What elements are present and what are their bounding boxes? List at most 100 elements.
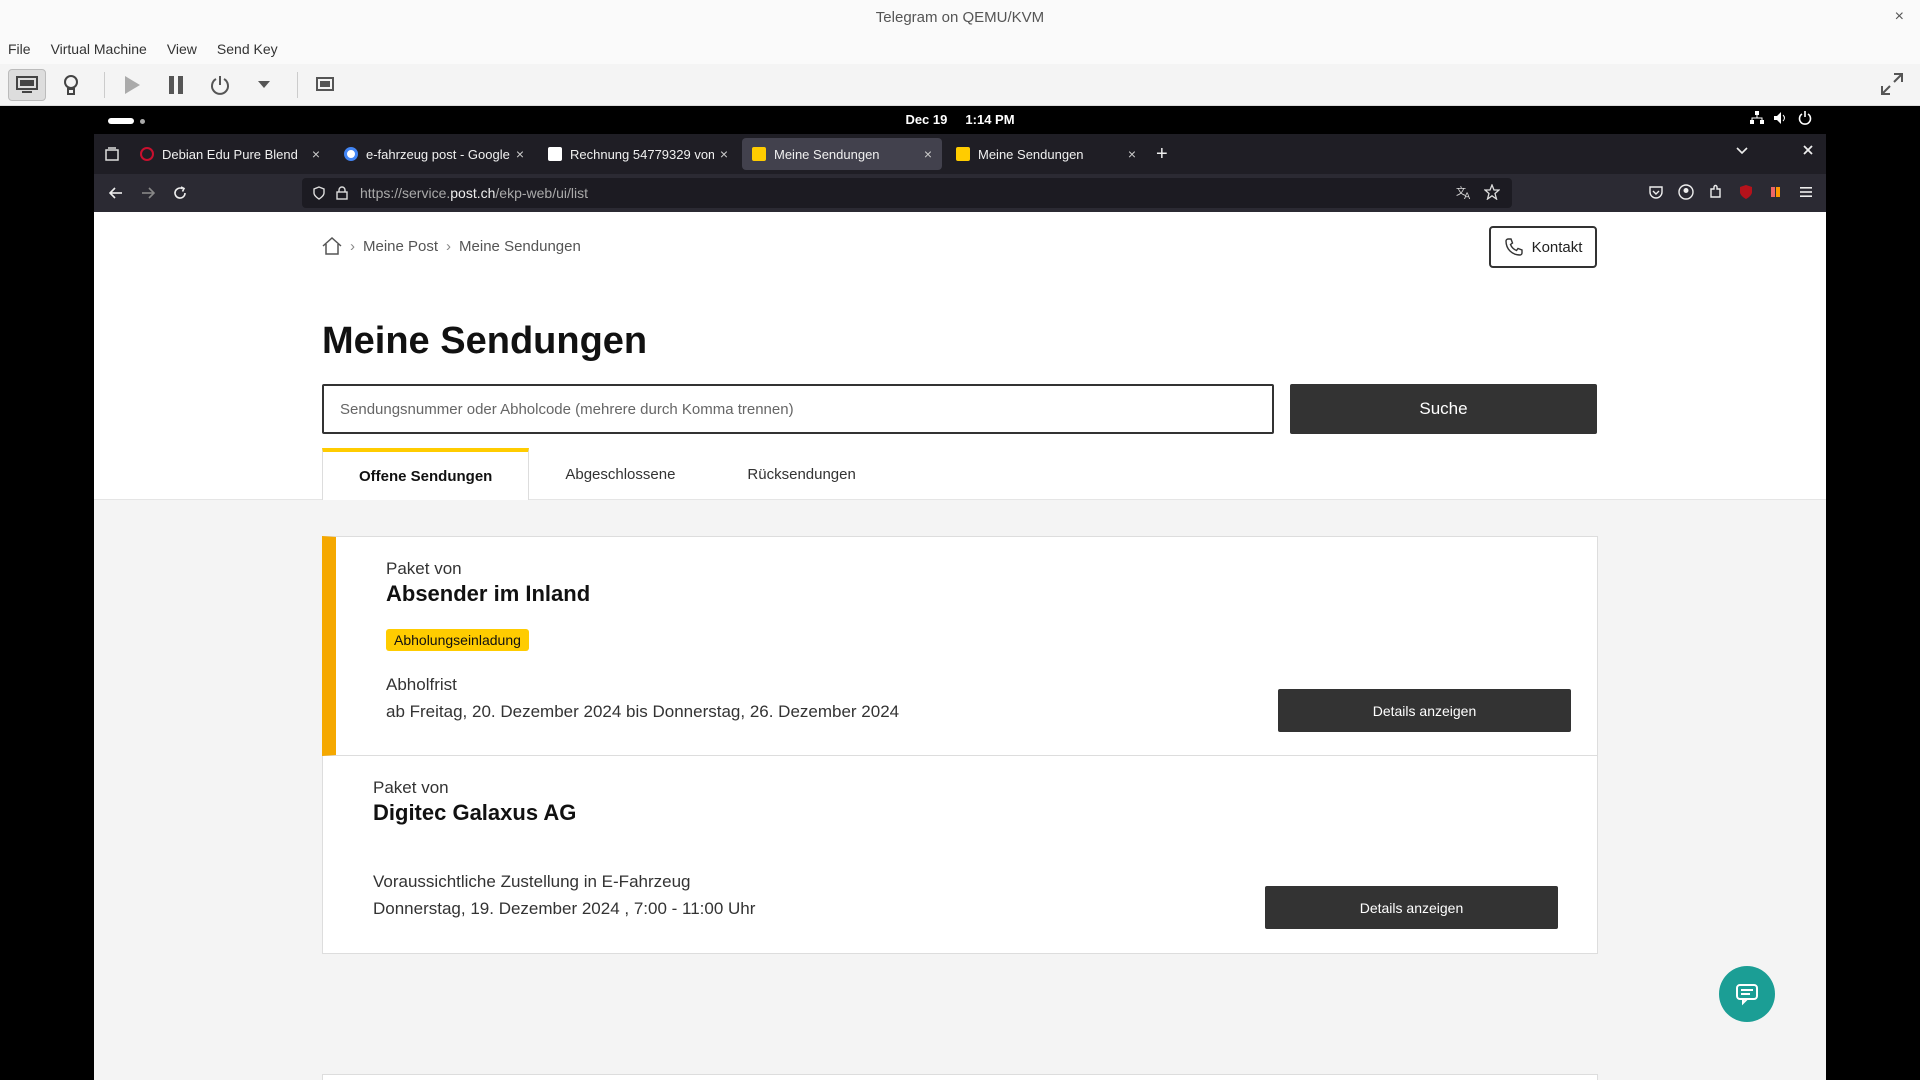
chevron-down-icon[interactable]: [1736, 144, 1748, 156]
tab-ruecksendungen[interactable]: Rücksendungen: [711, 448, 891, 500]
shipment-card: Paket von Absender im Inland Abholungsei…: [322, 536, 1598, 756]
pocket-icon[interactable]: [1648, 184, 1664, 200]
chat-icon: [1736, 984, 1758, 1006]
tab-title: Debian Edu Pure Blend: [162, 146, 298, 162]
back-button[interactable]: [100, 186, 132, 200]
console-view-button[interactable]: [8, 68, 46, 101]
bookmark-star-icon[interactable]: [1484, 184, 1500, 200]
pause-icon: [169, 75, 183, 94]
arrow-right-icon: [142, 187, 155, 199]
shield-icon[interactable]: [312, 186, 326, 200]
url-path: /ekp-web/ui/list: [495, 185, 588, 201]
extensions-icon[interactable]: [1708, 184, 1724, 200]
snapshot-icon: [316, 76, 334, 91]
home-icon[interactable]: [322, 236, 342, 256]
debian-favicon-icon: [140, 147, 154, 161]
extension-flag-icon[interactable]: [1768, 184, 1784, 200]
web-page: › Meine Post › Meine Sendungen Kontakt M…: [94, 212, 1826, 1080]
details-button[interactable]: Details anzeigen: [1278, 689, 1571, 732]
status-badge: Abholungseinladung: [386, 629, 529, 651]
breadcrumb-meine-post[interactable]: Meine Post: [363, 238, 438, 255]
shipment-card: Paket von Digitec Galaxus AG Voraussicht…: [322, 756, 1598, 954]
shipment-type-label: Paket von: [373, 778, 449, 797]
new-tab-button[interactable]: +: [1156, 143, 1168, 166]
network-icon: [1750, 111, 1764, 124]
chevron-down-icon: [258, 80, 270, 88]
monitor-icon: [16, 75, 38, 93]
tab-overview-button[interactable]: [94, 134, 130, 174]
details-button[interactable]: Details anzeigen: [1265, 886, 1558, 929]
tab-rechnung[interactable]: Rechnung 54779329 vom ×: [538, 138, 738, 170]
tab-title: Meine Sendungen: [978, 146, 1084, 162]
phone-icon: [1504, 238, 1523, 256]
window-close-button[interactable]: ×: [1895, 8, 1904, 26]
breadcrumb-separator: ›: [350, 237, 355, 255]
shipment-type-label: Paket von: [386, 559, 462, 578]
power-button[interactable]: [201, 69, 239, 101]
tab-close-icon[interactable]: ×: [516, 146, 524, 162]
forward-button[interactable]: [132, 186, 164, 200]
power-icon: [1798, 111, 1812, 125]
page-title: Meine Sendungen: [322, 320, 648, 362]
kontakt-label: Kontakt: [1531, 238, 1583, 256]
tab-close-icon[interactable]: ×: [312, 146, 320, 162]
url-prefix: https://service.: [360, 185, 451, 201]
tab-title: Rechnung 54779329 vom: [570, 146, 714, 162]
tab-bar: Debian Edu Pure Blend × e-fahrzeug post …: [94, 134, 1826, 174]
snapshot-button[interactable]: [306, 69, 344, 101]
breadcrumb: › Meine Post › Meine Sendungen: [322, 236, 581, 256]
tab-close-icon[interactable]: ×: [720, 146, 728, 162]
tab-meine-sendungen[interactable]: Meine Sendungen ×: [946, 138, 1146, 170]
search-button[interactable]: Suche: [1290, 384, 1597, 434]
urlbar-actions: 文A: [1456, 184, 1500, 200]
navigation-toolbar: https://service. post.ch/ekp-web/ui/list …: [94, 174, 1826, 212]
post-favicon-icon: [752, 147, 766, 161]
hamburger-menu-icon[interactable]: [1798, 184, 1814, 200]
menu-send-key[interactable]: Send Key: [217, 41, 278, 57]
tab-google-search[interactable]: e-fahrzeug post - Google ×: [334, 138, 534, 170]
tab-close-icon[interactable]: ×: [1128, 146, 1136, 162]
power-icon: [211, 75, 229, 95]
tab-debian-edu[interactable]: Debian Edu Pure Blend ×: [130, 138, 330, 170]
reload-button[interactable]: [164, 186, 196, 200]
translate-icon[interactable]: 文A: [1456, 184, 1472, 200]
chat-button[interactable]: [1719, 966, 1775, 1022]
tab-offene-sendungen[interactable]: Offene Sendungen: [322, 448, 530, 501]
fullscreen-button[interactable]: [1880, 72, 1904, 101]
shipment-search-input[interactable]: [322, 384, 1274, 434]
document-favicon-icon: [548, 147, 562, 161]
url-bar[interactable]: https://service. post.ch/ekp-web/ui/list …: [302, 178, 1512, 208]
shipment-sender: Digitec Galaxus AG: [373, 800, 577, 825]
post-favicon-icon: [956, 147, 970, 161]
gnome-topbar: Dec 19 1:14 PM: [94, 106, 1826, 134]
arrow-left-icon: [109, 187, 122, 199]
window-title: Telegram on QEMU/KVM: [875, 8, 1045, 26]
volume-icon: [1774, 112, 1785, 124]
pause-button[interactable]: [157, 69, 195, 101]
ublock-icon[interactable]: [1738, 184, 1754, 200]
clock-time: 1:14 PM: [965, 112, 1015, 127]
kontakt-button[interactable]: Kontakt: [1489, 226, 1597, 268]
tab-title: e-fahrzeug post - Google: [366, 146, 510, 162]
close-icon[interactable]: [1802, 144, 1814, 156]
menu-virtual-machine[interactable]: Virtual Machine: [51, 41, 147, 57]
power-menu-button[interactable]: [245, 69, 283, 101]
firefox-window: Debian Edu Pure Blend × e-fahrzeug post …: [94, 134, 1826, 1080]
play-icon: [125, 75, 140, 94]
breadcrumb-current: Meine Sendungen: [459, 237, 581, 255]
host-menubar: File Virtual Machine View Send Key: [0, 34, 1920, 64]
run-button[interactable]: [113, 69, 151, 101]
window-titlebar: Telegram on QEMU/KVM ×: [0, 0, 1920, 34]
tab-meine-sendungen-active[interactable]: Meine Sendungen ×: [742, 138, 942, 170]
tab-abgeschlossene[interactable]: Abgeschlossene: [529, 448, 711, 500]
system-tray[interactable]: [1750, 111, 1812, 125]
shipment-info-value: Donnerstag, 19. Dezember 2024 , 7:00 - 1…: [373, 899, 756, 918]
tab-close-icon[interactable]: ×: [924, 146, 932, 162]
menu-file[interactable]: File: [8, 41, 31, 57]
lock-icon[interactable]: [336, 186, 348, 200]
account-icon[interactable]: [1678, 184, 1694, 200]
clock[interactable]: Dec 19 1:14 PM: [94, 112, 1826, 127]
menu-view[interactable]: View: [167, 41, 197, 57]
details-view-button[interactable]: [52, 69, 90, 101]
toolbar-separator: [297, 71, 298, 98]
